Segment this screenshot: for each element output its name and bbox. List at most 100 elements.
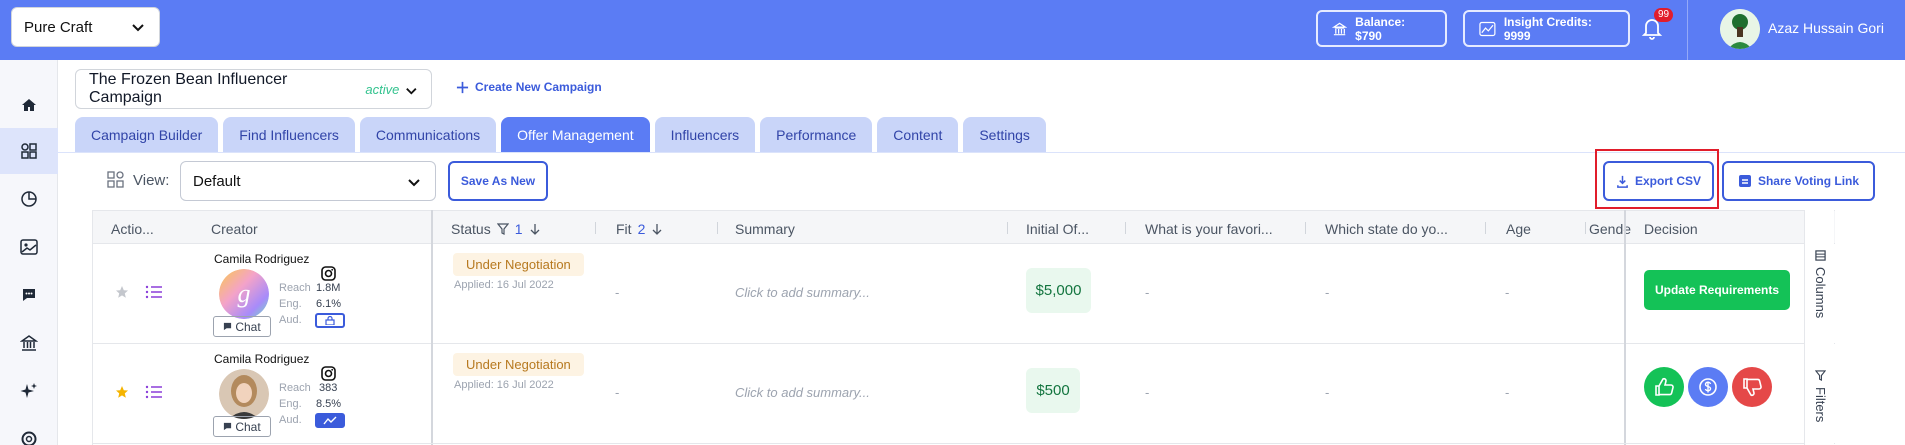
bank-icon [20, 335, 38, 351]
sidebar-item-media[interactable] [0, 224, 58, 270]
filter-icon[interactable] [496, 223, 509, 235]
creator-name[interactable]: Camila Rodriguez [214, 252, 309, 266]
initial-offer-amount[interactable]: $500 [1026, 368, 1080, 413]
share-voting-link-button[interactable]: Share Voting Link [1722, 161, 1875, 201]
status-badge[interactable]: Under Negotiation [453, 253, 584, 276]
column-separator[interactable] [1007, 222, 1008, 234]
user-avatar[interactable] [1720, 9, 1760, 49]
col-header-summary[interactable]: Summary [735, 221, 795, 237]
col-header-decision[interactable]: Decision [1644, 221, 1698, 237]
export-csv-button[interactable]: Export CSV [1603, 161, 1714, 201]
favorite-value: - [1145, 385, 1150, 400]
sidebar-item-home[interactable] [0, 82, 58, 128]
column-separator[interactable] [1485, 222, 1486, 234]
thumbs-down-icon [1743, 378, 1762, 397]
col-header-initial-offer[interactable]: Initial Of... [1026, 221, 1089, 237]
column-separator[interactable] [1125, 222, 1126, 234]
state-value: - [1325, 285, 1330, 300]
initial-offer-amount[interactable]: $5,000 [1026, 268, 1091, 313]
reach-label: Reach [279, 382, 311, 394]
reject-button[interactable] [1732, 367, 1772, 407]
campaign-selector[interactable]: The Frozen Bean Influencer Campaign acti… [75, 69, 432, 109]
brand-selector[interactable]: Pure Craft [11, 7, 160, 47]
pie-chart-icon [21, 191, 37, 207]
sparkle-icon [20, 383, 37, 398]
negotiate-button[interactable] [1688, 367, 1728, 407]
download-icon [1617, 175, 1628, 188]
fit-value: - [615, 285, 620, 300]
arrow-down-icon[interactable] [529, 223, 541, 235]
balance-button[interactable]: Balance: $790 [1316, 10, 1447, 47]
tab-content[interactable]: Content [877, 117, 959, 153]
tab-performance[interactable]: Performance [760, 117, 873, 153]
list-icon[interactable] [145, 384, 163, 400]
col-header-age[interactable]: Age [1506, 221, 1531, 237]
age-value: - [1505, 285, 1510, 300]
favorite-value: - [1145, 285, 1150, 300]
grid-icon [21, 143, 37, 159]
sidebar-item-analytics[interactable] [0, 176, 58, 222]
tab-settings[interactable]: Settings [963, 117, 1046, 153]
tab-influencers[interactable]: Influencers [654, 117, 756, 153]
sidebar-item-ai[interactable] [0, 368, 58, 414]
creator-avatar[interactable] [219, 369, 269, 419]
instagram-icon[interactable] [321, 266, 336, 281]
col-header-state[interactable]: Which state do yo... [1325, 221, 1448, 237]
update-requirements-button[interactable]: Update Requirements [1644, 270, 1790, 310]
view-label-text: View: [133, 171, 170, 189]
creator-avatar[interactable]: g [219, 269, 269, 319]
star-icon[interactable] [115, 385, 129, 399]
image-icon [20, 239, 38, 255]
tab-offer-management[interactable]: Offer Management [501, 117, 650, 153]
save-as-new-button[interactable]: Save As New [448, 161, 548, 201]
campaign-name: The Frozen Bean Influencer Campaign [89, 71, 288, 106]
audience-badge[interactable] [315, 313, 345, 328]
bank-icon [1332, 22, 1348, 35]
filters-toggle[interactable]: Filters [1813, 370, 1828, 422]
sidebar-item-messages[interactable] [0, 272, 58, 318]
col-header-favorite[interactable]: What is your favori... [1145, 221, 1273, 237]
tab-communications[interactable]: Communications [359, 117, 497, 153]
sidebar-item-campaigns[interactable] [0, 128, 58, 174]
top-bar: Pure Craft Balance: $790 Insight Credits… [0, 0, 1905, 60]
audience-badge[interactable] [315, 413, 345, 428]
creator-name[interactable]: Camila Rodriguez [214, 352, 309, 366]
chat-button[interactable]: Chat [213, 316, 271, 337]
summary-field[interactable]: Click to add summary... [735, 285, 870, 300]
eng-value: 6.1% [316, 298, 342, 310]
user-name[interactable]: Azaz Hussain Gori [1768, 20, 1884, 36]
view-selector[interactable]: Default [180, 161, 436, 201]
list-icon[interactable] [145, 284, 163, 300]
tab-find-influencers[interactable]: Find Influencers [223, 117, 355, 153]
col-header-fit[interactable]: Fit 2 [616, 221, 663, 237]
column-separator[interactable] [717, 222, 718, 234]
insight-credits-button[interactable]: Insight Credits: 9999 [1463, 10, 1630, 47]
filter-icon [1815, 370, 1826, 381]
instagram-icon[interactable] [321, 366, 336, 381]
columns-toggle[interactable]: Columns [1813, 250, 1828, 318]
create-campaign-button[interactable]: Create New Campaign [456, 80, 602, 94]
campaign-tabs: Campaign Builder Find Influencers Commun… [75, 117, 1046, 153]
col-header-creator[interactable]: Creator [211, 221, 258, 237]
view-value: Default [193, 172, 241, 190]
eng-label: Eng. [279, 398, 302, 410]
status-badge[interactable]: Under Negotiation [453, 353, 584, 376]
star-icon[interactable] [115, 285, 129, 299]
insight-credits-label: Insight Credits: 9999 [1503, 14, 1592, 43]
view-label: View: [107, 171, 169, 189]
approve-button[interactable] [1644, 367, 1684, 407]
arrow-down-icon[interactable] [651, 223, 663, 235]
column-separator[interactable] [1305, 222, 1306, 234]
column-separator[interactable] [1585, 222, 1586, 234]
tab-campaign-builder[interactable]: Campaign Builder [75, 117, 219, 153]
columns-icon [1815, 250, 1826, 261]
col-header-actions[interactable]: Actio... [111, 221, 154, 237]
column-separator[interactable] [595, 222, 596, 234]
chevron-down-icon [132, 24, 144, 32]
summary-field[interactable]: Click to add summary... [735, 385, 870, 400]
sidebar-item-settings[interactable] [0, 416, 58, 445]
chat-button[interactable]: Chat [213, 416, 271, 437]
sidebar-item-billing[interactable] [0, 320, 58, 366]
col-header-status[interactable]: Status 1 [451, 221, 541, 237]
applied-date: Applied: 16 Jul 2022 [454, 279, 554, 291]
